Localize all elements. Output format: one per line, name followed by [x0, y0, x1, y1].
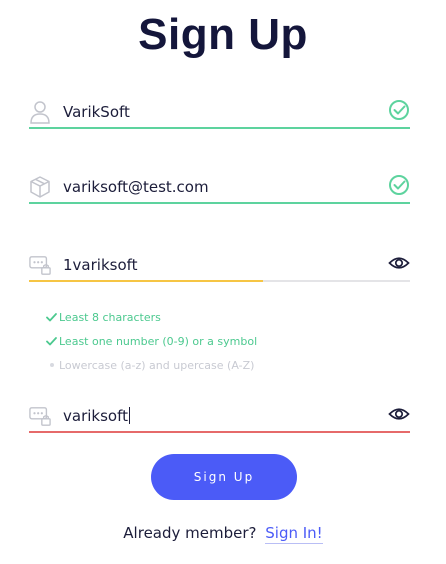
password-strength-bar: [29, 280, 410, 282]
password-field[interactable]: 1variksoft: [29, 252, 410, 292]
text-caret: [128, 407, 130, 424]
rule-label: Least one number (0-9) or a symbol: [59, 334, 258, 348]
confirm-password-underline: [29, 431, 410, 433]
name-field[interactable]: VarikSoft: [29, 99, 410, 139]
rule-item: Least 8 characters: [45, 305, 257, 329]
password-value: 1variksoft: [63, 256, 138, 274]
check-icon: [45, 312, 58, 322]
user-icon: [29, 99, 51, 125]
email-field[interactable]: variksoft@test.com: [29, 174, 410, 214]
password-icon: [29, 403, 51, 429]
eye-icon[interactable]: [388, 403, 410, 425]
email-value: variksoft@test.com: [63, 178, 209, 196]
page-title: Sign Up: [138, 10, 308, 59]
rule-item: Lowercase (a-z) and upercase (A-Z): [45, 353, 257, 377]
eye-icon[interactable]: [388, 252, 410, 274]
confirm-password-field[interactable]: variksoft: [29, 403, 410, 443]
sign-up-button[interactable]: Sign Up: [151, 454, 297, 500]
check-circle-icon: [388, 99, 410, 121]
rule-item: Least one number (0-9) or a symbol: [45, 329, 257, 353]
footer: Already member? Sign In!: [0, 524, 446, 544]
rule-label: Lowercase (a-z) and upercase (A-Z): [59, 358, 255, 372]
password-strength-fill: [29, 280, 264, 282]
email-underline: [29, 202, 410, 204]
check-circle-icon: [388, 174, 410, 196]
bullet-icon: [45, 363, 58, 367]
check-icon: [45, 336, 58, 346]
confirm-password-value: variksoft: [63, 407, 130, 425]
password-icon: [29, 252, 51, 278]
box-icon: [29, 174, 51, 200]
password-rules: Least 8 characters Least one number (0-9…: [45, 305, 257, 377]
rule-label: Least 8 characters: [59, 310, 161, 324]
name-value: VarikSoft: [63, 103, 130, 121]
footer-text: Already member?: [123, 524, 257, 542]
sign-in-link[interactable]: Sign In!: [265, 524, 323, 544]
name-underline: [29, 127, 410, 129]
